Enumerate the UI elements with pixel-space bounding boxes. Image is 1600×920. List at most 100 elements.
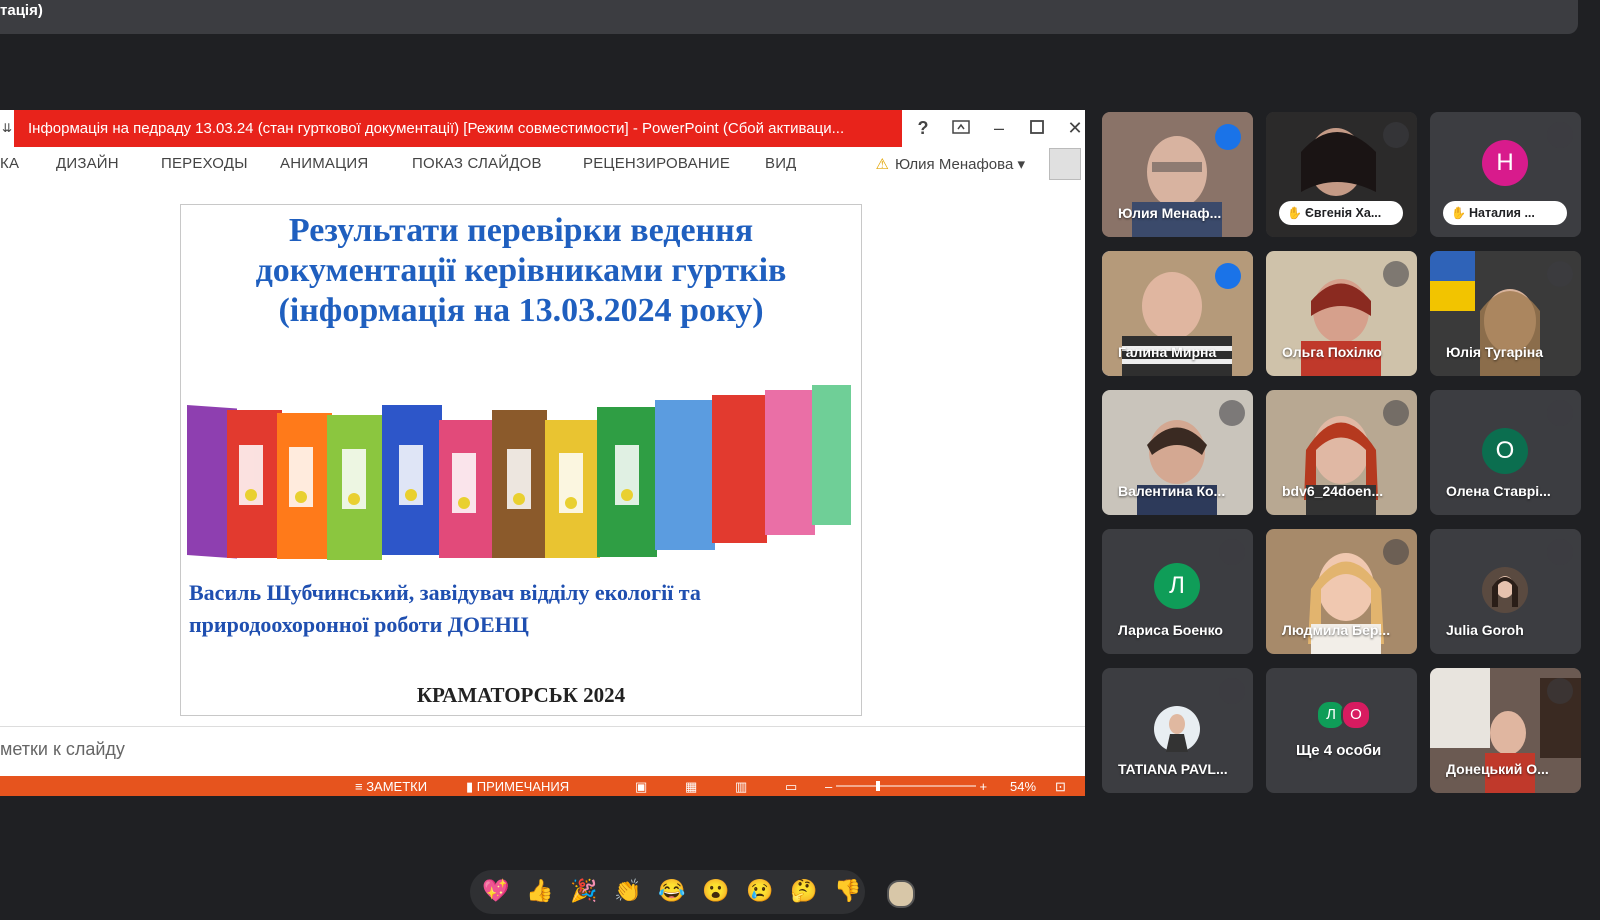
notes-button[interactable]: ≡ ЗАМЕТКИ [355, 779, 427, 794]
participant-avatar [1154, 706, 1200, 752]
participant-tile[interactable]: Валентина Ко... [1102, 390, 1253, 515]
participant-name: Julia Goroh [1446, 622, 1524, 638]
slide-sorter-icon[interactable]: ▦ [685, 779, 697, 795]
slide-subtitle-line: Василь Шубчинський, завідувач відділу ек… [189, 580, 701, 605]
zoom-level[interactable]: 54% [1010, 779, 1036, 794]
maximize-icon[interactable] [1018, 110, 1056, 147]
slide-footer: КРАМАТОРСЬК 2024 [416, 683, 626, 707]
muted-mic-icon [1547, 261, 1573, 287]
slide-title-line: документації керівниками гуртків [255, 252, 787, 289]
comments-button-label: ПРИМЕЧАНИЯ [476, 779, 570, 794]
reaction-surprised[interactable]: 😮 [702, 878, 729, 904]
window-title-fragment: тація) [0, 2, 43, 19]
minimize-icon[interactable]: – [980, 110, 1018, 147]
participant-tile[interactable]: TATIANA PAVL... [1102, 668, 1253, 793]
slide-canvas: Результати перевірки ведення документаці… [180, 204, 862, 716]
muted-mic-icon [1383, 122, 1409, 148]
tab-review[interactable]: РЕЦЕНЗИРОВАНИЕ [583, 155, 730, 172]
slide-title-line: Результати перевірки ведення [288, 212, 754, 249]
ribbon-display-options-icon[interactable] [942, 110, 980, 147]
participant-initial: О [1341, 700, 1371, 730]
participant-tile[interactable]: Julia Goroh [1430, 529, 1581, 654]
participant-tile[interactable]: Ольга Похілко [1266, 251, 1417, 376]
reaction-thinking[interactable]: 🤔 [790, 878, 817, 904]
slide-subtitle: Василь Шубчинський, завідувач відділу ек… [189, 577, 849, 641]
muted-mic-icon [1547, 122, 1573, 148]
reaction-heart[interactable]: 💖 [482, 878, 509, 904]
muted-mic-icon [1547, 400, 1573, 426]
participant-name: Олена Ставрі... [1446, 483, 1551, 499]
participant-name: Людмила Бер... [1282, 622, 1391, 638]
participant-name: Донецький О... [1446, 761, 1549, 777]
muted-mic-icon [1547, 539, 1573, 565]
participant-tile[interactable]: Н ✋ Наталия ... [1430, 112, 1581, 237]
participant-name: Лариса Боенко [1118, 622, 1223, 638]
reaction-sad[interactable]: 😢 [746, 878, 773, 904]
reaction-thumbs-up[interactable]: 👍 [526, 878, 553, 904]
participant-name: Галина Мирна [1118, 344, 1217, 360]
tab-slideshow[interactable]: ПОКАЗ СЛАЙДОВ [412, 155, 542, 172]
raised-hand-badge: ✋ Євгенія Ха... [1279, 201, 1403, 225]
slide-title: Результати перевірки ведення документаці… [181, 211, 861, 331]
slide-notes-pane[interactable]: метки к слайду [0, 726, 1085, 773]
fit-slide-icon[interactable]: ⊡ [1055, 779, 1066, 795]
binders-image [187, 385, 851, 560]
reaction-thumbs-down[interactable]: 👎 [834, 878, 861, 904]
participant-name: Ольга Похілко [1282, 344, 1382, 360]
participant-name: Євгенія Ха... [1305, 206, 1382, 220]
more-participants-label: Ще 4 особи [1296, 742, 1382, 759]
participant-initial: Н [1482, 140, 1528, 186]
zoom-slider[interactable]: – + [825, 779, 987, 794]
normal-view-icon[interactable]: ▣ [635, 779, 647, 795]
ribbon-tabs: КА ДИЗАЙН ПЕРЕХОДЫ АНИМАЦИЯ ПОКАЗ СЛАЙДО… [0, 147, 1085, 179]
slideshow-icon[interactable]: ▭ [785, 779, 797, 795]
muted-mic-icon [1383, 400, 1409, 426]
hand-icon: ✋ [1451, 206, 1466, 220]
participant-initial: Л [1154, 563, 1200, 609]
tab-transitions[interactable]: ПЕРЕХОДЫ [161, 155, 248, 172]
muted-mic-icon [1383, 261, 1409, 287]
user-name: Юлия Менафова [894, 156, 1014, 173]
muted-mic-icon [1219, 678, 1245, 704]
notes-placeholder: метки к слайду [0, 739, 125, 759]
participant-avatar [1482, 567, 1528, 613]
reaction-clap[interactable]: 👏 [614, 878, 641, 904]
quick-access-icon[interactable]: ⇊ [0, 110, 14, 147]
powerpoint-title-bar: Інформація на педраду 13.03.24 (стан гур… [14, 110, 902, 147]
muted-mic-icon [1383, 539, 1409, 565]
participant-tile[interactable]: Л Лариса Боенко [1102, 529, 1253, 654]
participant-tile[interactable]: Людмила Бер... [1266, 529, 1417, 654]
participant-tile[interactable]: Юлия Менаф... [1102, 112, 1253, 237]
participant-name: TATIANA PAVL... [1118, 761, 1228, 777]
close-icon[interactable]: ✕ [1056, 110, 1094, 147]
participant-tile[interactable]: ✋ Євгенія Ха... [1266, 112, 1417, 237]
slide-title-line: (інформація на 13.03.2024 року) [278, 292, 764, 329]
participant-tile[interactable]: О Олена Ставрі... [1430, 390, 1581, 515]
tab-partial[interactable]: КА [0, 155, 19, 172]
shared-powerpoint-window: ⇊ Інформація на педраду 13.03.24 (стан г… [0, 110, 1085, 796]
hand-icon: ✋ [1287, 206, 1302, 220]
muted-mic-icon [1547, 678, 1573, 704]
participant-name: Юлія Тугаріна [1446, 344, 1544, 360]
tab-design[interactable]: ДИЗАЙН [56, 155, 119, 172]
help-button[interactable]: ? [904, 110, 942, 147]
tab-view[interactable]: ВИД [765, 155, 797, 172]
participant-tile[interactable]: Донецький О... [1430, 668, 1581, 793]
participant-tile[interactable]: bdv6_24doen... [1266, 390, 1417, 515]
reaction-laugh[interactable]: 😂 [658, 878, 685, 904]
muted-mic-icon [1219, 539, 1245, 565]
participant-tile[interactable]: Галина Мирна [1102, 251, 1253, 376]
warning-icon: ⚠ [875, 156, 889, 173]
participant-name: Юлия Менаф... [1118, 205, 1222, 221]
reaction-party[interactable]: 🎉 [570, 878, 597, 904]
reading-view-icon[interactable]: ▥ [735, 779, 747, 795]
participant-tile[interactable]: Юлія Тугаріна [1430, 251, 1581, 376]
skin-tone-button[interactable] [887, 880, 915, 908]
status-bar: ≡ ЗАМЕТКИ ▮ ПРИМЕЧАНИЯ ▣ ▦ ▥ ▭ – + 54% ⊡ [0, 776, 1085, 796]
participant-name: Наталия ... [1469, 206, 1535, 220]
account-user[interactable]: ⚠ Юлия Менафова ▾ [875, 155, 1025, 173]
comments-button[interactable]: ▮ ПРИМЕЧАНИЯ [466, 779, 569, 795]
account-avatar[interactable] [1049, 148, 1081, 180]
tab-animation[interactable]: АНИМАЦИЯ [280, 155, 368, 172]
participant-tile[interactable]: Л О Ще 4 особи [1266, 668, 1417, 793]
